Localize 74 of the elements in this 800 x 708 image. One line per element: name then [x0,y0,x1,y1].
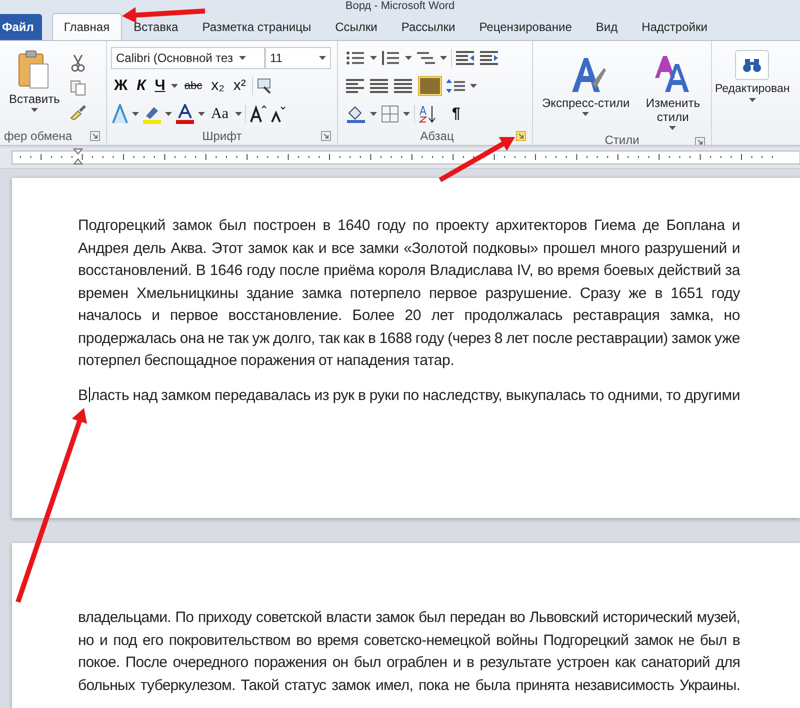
caret-icon [319,56,326,60]
caret-icon [405,56,412,60]
highlighter-icon[interactable] [142,104,162,124]
paint-bucket-icon[interactable] [346,105,366,123]
dialog-launcher-icon[interactable] [90,131,100,141]
bold-button[interactable]: Ж [111,76,131,96]
group-label: фер обмена [4,129,72,143]
change-styles-button[interactable]: Изменить стили [638,51,707,133]
dialog-launcher-icon[interactable] [321,131,331,141]
body-paragraph: владельцами. По приходу советской власти замок был передан во Львовский исторический музей, но и под его покровительством во время советско-немецкой войны Подгорецкий замок не был в покое. После очередного поражения он был ограблен и в результате устроен как санаторий для больных туберкулезом. Такой статус замок имел, пока не была принята независимость Украины. [78,608,740,696]
change-case-button[interactable]: Aa [208,104,232,124]
font-name-field[interactable]: Calibri (Основной тез [111,47,265,69]
quick-styles-button[interactable]: Экспресс-стили [537,51,635,133]
align-left-icon[interactable] [346,78,366,94]
brush-icon[interactable] [68,104,87,120]
ribbon-tab[interactable]: Главная [52,13,122,40]
align-right-icon[interactable] [394,78,414,94]
group-label: Абзац [420,129,454,143]
superscript-button[interactable]: x² [230,76,249,96]
ribbon-tab[interactable]: Надстройки [630,13,720,40]
group-label: Стили [604,133,640,145]
caret-icon [165,112,172,116]
paste-button[interactable]: Вставить [4,45,65,127]
group-label: Шрифт [202,129,242,143]
shrink-font-icon[interactable] [270,105,286,123]
font-size-field[interactable]: 11 [265,47,331,69]
align-center-icon[interactable] [370,78,390,94]
dialog-launcher-icon[interactable] [695,137,705,145]
caret-icon [171,84,178,88]
sort-icon[interactable] [419,105,437,123]
caret-icon [238,56,246,60]
grow-font-icon[interactable] [248,105,266,123]
caret-icon [440,56,447,60]
copy-icon[interactable] [70,80,86,96]
show-marks-button[interactable]: ¶ [449,104,464,124]
caret-icon [748,98,756,102]
caret-icon [403,112,410,116]
caret-icon [470,84,477,88]
binoculars-icon [742,57,762,73]
body-paragraph: В ласть над замком передавалась из рук в руки по наследству, выкупалась то одними, то другими [78,386,740,406]
caret-icon [132,112,139,116]
dialog-launcher-icon[interactable] [516,131,526,141]
subscript-button[interactable]: x₂ [208,76,228,96]
line-spacing-icon[interactable] [446,78,466,94]
borders-icon[interactable] [381,105,399,123]
ribbon-tab[interactable]: Рассылки [389,13,468,40]
body-paragraph: Подгорецкий замок был построен в 1640 году по проекту архитекторов Гиема де Боплана и Андрея дель Аква. Этот замок как и все замки «Золотой подковы» прошел много разрушений и восстановлений. В 1646 году после приёма короля Владислава IV, во время боевых действий за времен Хмельницкины здание замка потерпело первое разрушение. Сразу же в 1651 году началось и первое восстановление. Более 20 лет продолжалась реставрация замка, но продержалась она не так уж долго, так как в 1688 году (через 8 лет после реставрации) замок уже потерпел беспощадное поражения от нападения татар. [78,216,740,371]
caret-icon [30,108,38,112]
increase-indent-icon[interactable] [480,50,500,66]
strike-button[interactable]: abc [181,76,206,96]
caret-icon [198,112,205,116]
italic-button[interactable]: К [134,76,149,96]
ribbon-tab[interactable]: Разметка страницы [190,13,324,40]
font-color-icon[interactable] [175,104,195,124]
bullet-list-icon[interactable] [346,50,366,66]
file-tab[interactable]: Файл [0,14,42,40]
underline-button[interactable]: Ч [152,76,168,96]
multilevel-list-icon[interactable] [416,50,436,66]
caret-icon [582,112,590,116]
caret-icon [234,112,242,116]
window-title: Ворд - Microsoft Word [345,0,455,12]
decrease-indent-icon[interactable] [456,50,476,66]
ribbon-tab[interactable]: Рецензирование [467,13,584,40]
ribbon-tab[interactable]: Вставка [122,13,190,40]
ribbon-tab[interactable]: Ссылки [323,13,390,40]
caret-icon [669,126,676,130]
editing-button[interactable]: Редактирован [712,45,791,145]
numbered-list-icon[interactable] [381,50,401,66]
caret-icon [370,56,377,60]
caret-icon [370,112,377,116]
ribbon-tab[interactable]: Вид [584,13,630,40]
text-effects-icon[interactable] [111,104,129,124]
scissors-icon[interactable] [70,54,85,72]
clipboard-icon [18,50,50,90]
